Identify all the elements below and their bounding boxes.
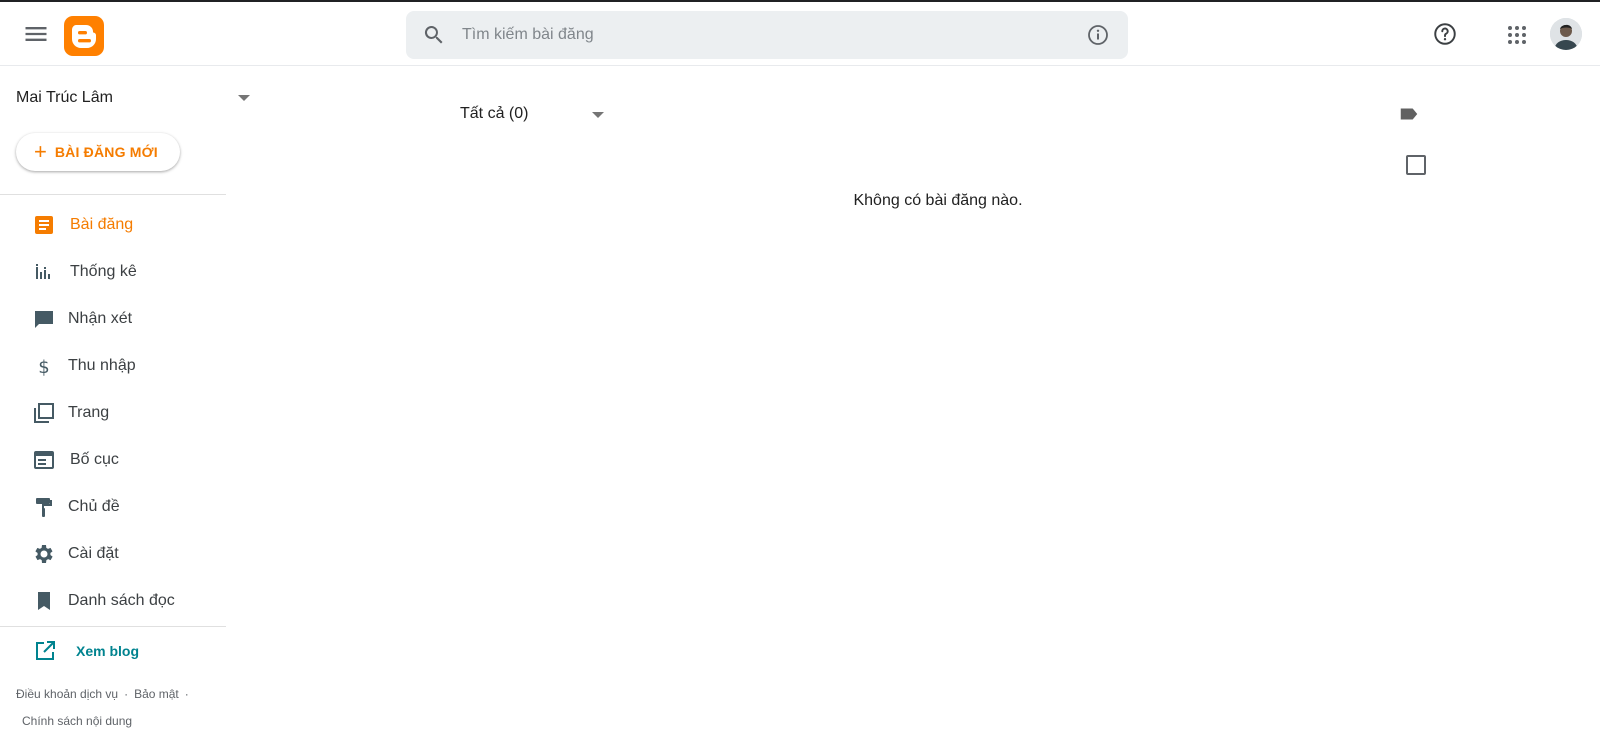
empty-state-message: Không có bài đăng nào. xyxy=(853,192,1023,209)
sidebar-item-settings[interactable]: Cài đặt xyxy=(0,532,226,576)
sidebar-item-layout[interactable]: Bố cục xyxy=(0,438,226,482)
footer-links: Điều khoản dịch vụ · Bảo mật · Chính sách n… xyxy=(16,681,216,735)
sidebar-item-label: Thống kê xyxy=(70,263,137,280)
comment-icon xyxy=(32,307,56,331)
new-post-label: BÀI ĐĂNG MỚI xyxy=(54,144,158,160)
sidebar-item-label: Thu nhập xyxy=(68,357,136,374)
sidebar-item-label: Bố cục xyxy=(70,451,119,468)
divider xyxy=(0,626,226,627)
gear-icon xyxy=(32,542,56,566)
content-policy-link[interactable]: Chính sách nội dung xyxy=(22,714,132,728)
menu-icon[interactable] xyxy=(22,20,50,48)
privacy-link[interactable]: Bảo mật xyxy=(134,687,179,701)
pages-icon xyxy=(32,401,56,425)
separator-dot: · xyxy=(184,687,189,701)
search-icon[interactable] xyxy=(422,23,446,47)
sidebar-item-theme[interactable]: Chủ đề xyxy=(0,485,226,529)
layout-icon xyxy=(32,448,56,472)
new-post-button[interactable]: + BÀI ĐĂNG MỚI xyxy=(16,133,180,171)
view-blog-link[interactable]: Xem blog xyxy=(0,631,226,671)
search-input[interactable] xyxy=(462,11,1052,59)
svg-text:$: $ xyxy=(38,357,49,378)
help-icon[interactable] xyxy=(1432,21,1458,47)
sidebar-item-pages[interactable]: Trang xyxy=(0,391,226,435)
dollar-icon: $ xyxy=(32,354,56,378)
sidebar-item-reading-list[interactable]: Danh sách đọc xyxy=(0,579,226,623)
search-bar xyxy=(406,11,1128,59)
blog-name: Mai Trúc Lâm xyxy=(16,89,113,106)
sidebar-item-label: Cài đặt xyxy=(68,545,119,562)
label-icon[interactable] xyxy=(1398,103,1420,125)
stats-icon xyxy=(32,260,56,284)
open-in-new-icon xyxy=(33,639,57,663)
post-filter-dropdown[interactable]: Tất cả (0) xyxy=(460,100,610,128)
select-all-checkbox[interactable] xyxy=(1406,155,1426,175)
blog-selector[interactable]: Mai Trúc Lâm xyxy=(16,85,252,113)
filter-label: Tất cả (0) xyxy=(460,105,529,122)
separator-dot: · xyxy=(124,687,129,701)
sidebar-item-stats[interactable]: Thống kê xyxy=(0,250,226,294)
terms-link[interactable]: Điều khoản dịch vụ xyxy=(16,687,118,701)
sidebar-item-comments[interactable]: Nhận xét xyxy=(0,297,226,341)
view-blog-label: Xem blog xyxy=(76,643,140,659)
sidebar-item-label: Chủ đề xyxy=(68,498,120,515)
sidebar-item-label: Nhận xét xyxy=(68,310,133,327)
bookmark-icon xyxy=(32,589,56,613)
sidebar-item-label: Danh sách đọc xyxy=(68,592,175,609)
posts-icon xyxy=(32,213,56,237)
sidebar-item-label: Trang xyxy=(68,404,110,421)
paint-roller-icon xyxy=(32,495,56,519)
avatar[interactable] xyxy=(1550,18,1582,50)
sidebar-item-label: Bài đăng xyxy=(70,216,134,233)
sidebar: Mai Trúc Lâm + BÀI ĐĂNG MỚI Bài đăng Thố… xyxy=(0,67,250,756)
sidebar-item-earnings[interactable]: $ Thu nhập xyxy=(0,344,226,388)
apps-grid-icon[interactable] xyxy=(1505,23,1529,47)
top-app-bar xyxy=(0,2,1600,66)
info-icon[interactable] xyxy=(1086,23,1110,47)
plus-icon: + xyxy=(34,139,47,164)
blogger-logo-icon[interactable] xyxy=(64,16,104,56)
chevron-down-icon xyxy=(238,95,250,101)
chevron-down-icon xyxy=(592,112,604,118)
